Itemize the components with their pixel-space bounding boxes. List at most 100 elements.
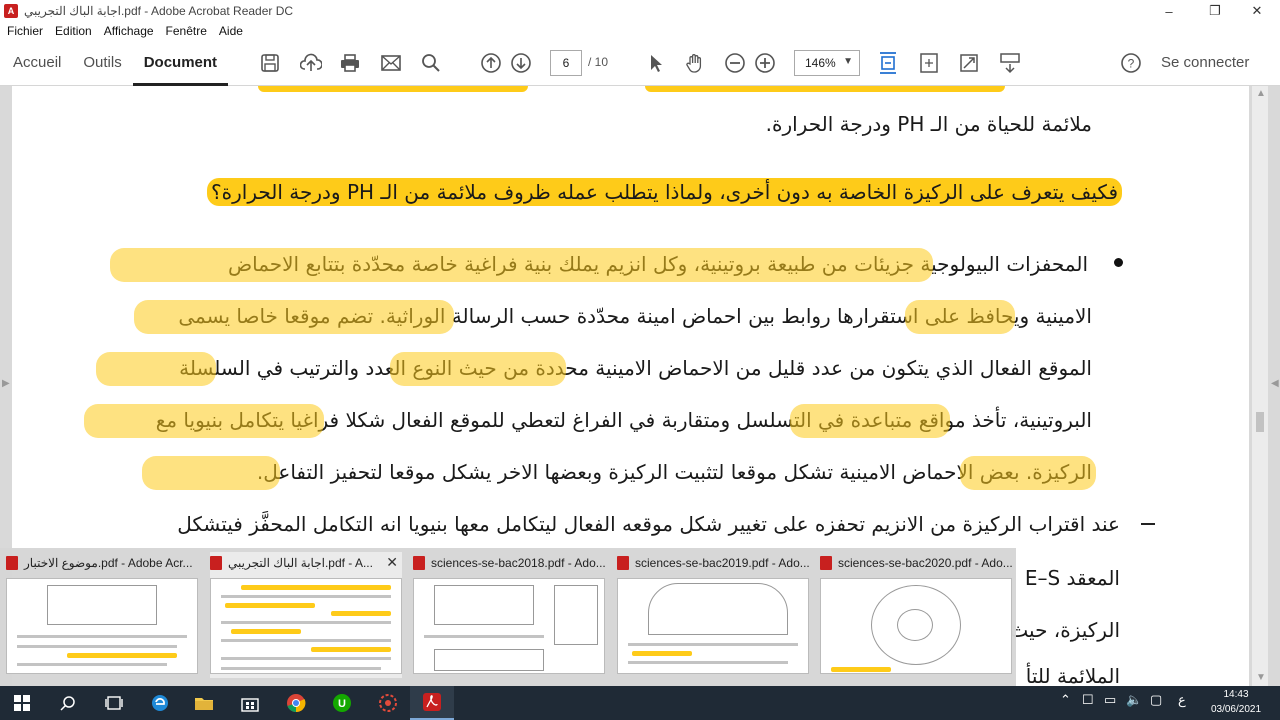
- settings-app-icon[interactable]: [366, 686, 410, 720]
- store-icon[interactable]: [228, 686, 272, 720]
- hand-tool-icon[interactable]: [682, 50, 708, 76]
- doc-paragraph-line: الموقع الفعال الذي يتكون من عدد قليل من …: [179, 356, 1092, 380]
- notification-icon[interactable]: ▢: [1150, 692, 1162, 708]
- menu-bar: Fichier Edition Affichage Fenêtre Aide: [0, 22, 1280, 40]
- tab-home[interactable]: Accueil: [2, 40, 72, 86]
- clock-time: 14:43: [1223, 689, 1249, 700]
- title-bar: A اجابة الباك التجريبي.pdf - Adobe Acrob…: [0, 0, 1280, 22]
- question-highlight: فكيف يتعرف على الركيزة الخاصة به دون أخر…: [207, 178, 1122, 206]
- full-screen-icon[interactable]: [956, 50, 982, 76]
- scroll-up-icon[interactable]: ▲: [1256, 88, 1266, 99]
- windows-start-icon[interactable]: [0, 686, 44, 720]
- doc-text: الركيزة، حيث: [1009, 618, 1120, 642]
- edge-browser-icon[interactable]: [138, 686, 182, 720]
- tab-document[interactable]: Document: [132, 40, 229, 86]
- menu-fenetre[interactable]: Fenêtre: [166, 24, 207, 38]
- toolbar: Accueil Outils Document: [0, 40, 1280, 86]
- doc-question: فكيف يتعرف على الركيزة الخاصة به دون أخر…: [207, 178, 1122, 206]
- chevron-up-icon[interactable]: ⌃: [1060, 692, 1071, 708]
- restore-button[interactable]: ❐: [1192, 0, 1238, 22]
- window-thumbnail[interactable]: sciences-se-bac2018.pdf - Ado...: [413, 552, 605, 678]
- scrollbar-thumb[interactable]: [1256, 412, 1264, 432]
- doc-text: المعقد E–S: [1024, 566, 1120, 590]
- window-thumbnail-active[interactable]: اجابة الباك التجريبي.pdf - A... ✕: [210, 552, 402, 678]
- email-icon[interactable]: [378, 50, 404, 76]
- thumbnail-preview: [413, 578, 605, 674]
- menu-aide[interactable]: Aide: [219, 24, 243, 38]
- vertical-scrollbar[interactable]: [1252, 86, 1268, 686]
- task-view-icon[interactable]: [92, 686, 136, 720]
- acrobat-taskbar-icon[interactable]: [410, 686, 454, 720]
- zoom-select[interactable]: 146% ▼: [794, 50, 860, 76]
- pdf-file-icon: [820, 556, 832, 570]
- highlight-mark: [110, 248, 933, 282]
- close-icon[interactable]: ✕: [386, 554, 398, 571]
- window-title: اجابة الباك التجريبي.pdf - Adobe Acrobat…: [24, 4, 294, 18]
- taskbar-clock[interactable]: 14:43 03/06/2021: [1204, 687, 1268, 717]
- zoom-in-icon[interactable]: [752, 50, 778, 76]
- fit-width-icon[interactable]: [875, 50, 901, 76]
- page-number-input[interactable]: 6: [550, 50, 582, 76]
- left-panel-toggle-icon[interactable]: ▶: [2, 378, 10, 389]
- menu-fichier[interactable]: Fichier: [7, 24, 43, 38]
- tab-tools[interactable]: Outils: [72, 40, 132, 86]
- thumbnail-preview: [820, 578, 1012, 674]
- close-button[interactable]: ✕: [1234, 0, 1280, 22]
- file-explorer-icon[interactable]: [182, 686, 226, 720]
- bullet-icon: [1114, 258, 1123, 267]
- highlight-mark: [905, 300, 1015, 334]
- clock-date: 03/06/2021: [1210, 704, 1262, 715]
- scroll-down-icon[interactable]: ▼: [1256, 672, 1266, 683]
- svg-text:?: ?: [1128, 57, 1135, 71]
- upwork-icon[interactable]: U: [320, 686, 364, 720]
- doc-paragraph-line: الركيزة، حيث: [1009, 618, 1120, 642]
- menu-affichage[interactable]: Affichage: [104, 24, 154, 38]
- right-panel-toggle-icon[interactable]: ◀: [1271, 378, 1279, 389]
- doc-text: الموقع الفعال الذي يتكون من عدد قليل من …: [179, 356, 1092, 380]
- thumbnail-preview: [210, 578, 402, 674]
- select-cursor-icon[interactable]: [643, 50, 669, 76]
- highlight-mark: [84, 404, 324, 438]
- previous-page-icon[interactable]: [478, 50, 504, 76]
- highlight-mark: [142, 456, 280, 490]
- pdf-file-icon: [6, 556, 18, 570]
- next-page-icon[interactable]: [508, 50, 534, 76]
- thumbnail-preview: [617, 578, 809, 674]
- window-thumbnail[interactable]: sciences-se-bac2019.pdf - Ado...: [617, 552, 809, 678]
- cloud-upload-icon[interactable]: [298, 50, 324, 76]
- taskbar-search-icon[interactable]: [46, 686, 90, 720]
- scroll-mode-icon[interactable]: [997, 50, 1023, 76]
- save-icon[interactable]: [257, 50, 283, 76]
- menu-edition[interactable]: Edition: [55, 24, 92, 38]
- sign-in-link[interactable]: Se connecter: [1161, 54, 1249, 71]
- pdf-file-icon: [413, 556, 425, 570]
- doc-paragraph-line: المعقد E–S: [1025, 566, 1120, 590]
- thumbnail-title: sciences-se-bac2019.pdf - Ado...: [635, 556, 809, 570]
- window-thumbnail[interactable]: sciences-se-bac2020.pdf - Ado...: [820, 552, 1012, 678]
- dash-bullet: [1141, 523, 1155, 525]
- highlight-mark: [790, 404, 950, 438]
- thumbnail-title: sciences-se-bac2018.pdf - Ado...: [431, 556, 605, 570]
- highlight-mark: [390, 352, 566, 386]
- zoom-out-icon[interactable]: [722, 50, 748, 76]
- search-icon[interactable]: [418, 50, 444, 76]
- window-thumbnail[interactable]: موضوع الاختبار.pdf - Adobe Acr...: [6, 552, 198, 678]
- volume-icon[interactable]: 🔈: [1126, 692, 1142, 708]
- input-language[interactable]: ع: [1178, 692, 1186, 708]
- doc-text: عند اقتراب الركيزة من الانزيم تحفزه على …: [177, 512, 1120, 536]
- highlight-fragment: [258, 86, 528, 92]
- pdf-file-icon: [210, 556, 222, 570]
- pdf-file-icon: [617, 556, 629, 570]
- highlight-mark: [96, 352, 216, 386]
- doc-paragraph-line: الملائمة للتأ: [1026, 664, 1120, 688]
- rotate-page-icon[interactable]: [916, 50, 942, 76]
- thumbnail-title: sciences-se-bac2020.pdf - Ado...: [838, 556, 1012, 570]
- help-icon[interactable]: ?: [1118, 50, 1144, 76]
- chrome-icon[interactable]: [274, 686, 318, 720]
- page-total: / 10: [588, 55, 609, 69]
- doc-paragraph-line: عند اقتراب الركيزة من الانزيم تحفزه على …: [177, 512, 1120, 536]
- print-icon[interactable]: [337, 50, 363, 76]
- minimize-button[interactable]: –: [1146, 0, 1192, 22]
- battery-icon[interactable]: ▭: [1104, 692, 1116, 708]
- network-icon[interactable]: ☐: [1082, 692, 1094, 708]
